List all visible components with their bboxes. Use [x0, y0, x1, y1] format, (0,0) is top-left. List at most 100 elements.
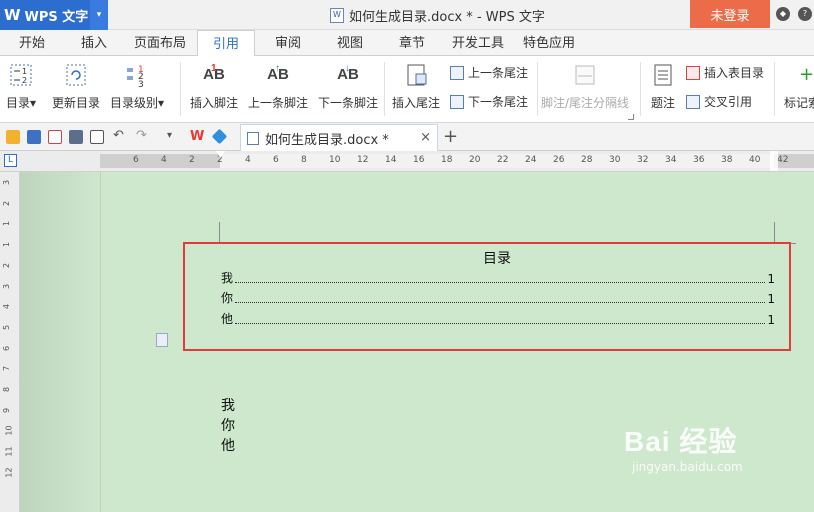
body-text-line[interactable]: 你 [221, 415, 235, 435]
document-tab-label: 如何生成目录.docx * [265, 132, 389, 148]
ruler-tick-label: 32 [637, 155, 649, 165]
right-indent-marker-icon[interactable] [770, 151, 778, 171]
ruler-tick-label: 12 [357, 155, 369, 165]
table-of-figures-icon [686, 65, 700, 80]
insert-footnote-button[interactable]: AB 1 插入脚注 [190, 58, 238, 111]
toc-dropdown-icon: ▾ [30, 96, 37, 110]
open-folder-icon[interactable] [6, 130, 20, 144]
crop-mark [198, 222, 220, 244]
toc-level-button[interactable]: 123 目录级别▾ [110, 58, 164, 111]
tab-insert[interactable]: 插入 [74, 30, 114, 56]
ruler-tick-label: 8 [301, 155, 307, 165]
print-icon[interactable] [69, 130, 83, 144]
horizontal-ruler[interactable]: L 6 4 2 2 4 6 8 10 12 14 16 18 20 22 24 26 28 30 32 34 36 38 4… [0, 151, 814, 172]
wps-home-icon[interactable]: W [190, 130, 204, 144]
note-separator-icon [572, 62, 598, 88]
new-tab-icon[interactable]: + [443, 126, 458, 147]
next-endnote-button[interactable]: 下一条尾注 [450, 93, 528, 110]
cross-reference-button[interactable]: 交叉引用 [686, 93, 752, 110]
svg-text:+: + [799, 64, 814, 85]
ribbon-separator [180, 62, 181, 116]
customize-toolbar-icon[interactable]: ▾ [167, 130, 181, 144]
body-text-line[interactable]: 他 [221, 435, 235, 455]
ruler-tick-label: 16 [413, 155, 425, 165]
document-icon: W [330, 8, 344, 23]
tab-stop-selector-icon[interactable]: L [4, 154, 17, 167]
ruler-tick-label: 6 [133, 155, 139, 165]
export-pdf-icon[interactable] [48, 130, 62, 144]
ruler-tick-label: 10 [4, 425, 14, 436]
toc-entry[interactable]: 你1 [221, 291, 775, 306]
wps-window: W WPS 文字 ▾ W 如何生成目录.docx * - WPS 文字 未登录 … [0, 0, 814, 512]
svg-text:3: 3 [138, 80, 144, 88]
cloud-cube-icon[interactable] [211, 128, 228, 145]
wps-logo-icon: W [4, 6, 21, 24]
ruler-tick-label: 22 [497, 155, 509, 165]
toc-level-label: 目录级别 [110, 96, 159, 110]
tab-special-features[interactable]: 特色应用 [518, 30, 580, 56]
undo-icon[interactable]: ↶ [113, 129, 127, 144]
insert-footnote-icon: AB 1 [203, 63, 225, 83]
vertical-ruler[interactable]: 3 2 1 1 2 3 4 5 6 7 8 9 10 11 12 [0, 172, 20, 512]
next-footnote-label: 下一条脚注 [318, 96, 379, 110]
tab-home[interactable]: 开始 [12, 30, 52, 56]
toc-level-dropdown-icon: ▾ [158, 96, 165, 110]
help-icon[interactable]: ? [798, 7, 812, 21]
caption-button[interactable]: 题注 [650, 58, 676, 111]
body-text-line[interactable]: 我 [221, 395, 235, 415]
prev-endnote-label: 上一条尾注 [468, 66, 529, 80]
document-tab[interactable]: 如何生成目录.docx * × [240, 124, 438, 151]
caption-label: 题注 [650, 96, 675, 110]
ruler-tick-label: 2 [2, 200, 12, 206]
toc-button[interactable]: 12 目录▾ [6, 58, 36, 111]
next-footnote-button[interactable]: AB ↓ 下一条脚注 [318, 58, 378, 111]
ribbon-separator [640, 62, 641, 116]
mark-index-label: 标记索 [784, 96, 814, 110]
ruler-tick-label: 14 [385, 155, 397, 165]
redo-icon[interactable]: ↷ [136, 129, 150, 144]
mark-index-button[interactable]: + 标记索 [784, 58, 814, 111]
ruler-tick-label: 2 [2, 262, 12, 268]
indent-marker-icon[interactable] [216, 151, 225, 171]
toc-title: 目录 [483, 251, 511, 267]
update-toc-label: 更新目录 [52, 96, 101, 110]
skin-icon[interactable]: ◆ [776, 7, 790, 21]
document-tab-icon [247, 131, 259, 145]
update-toc-button[interactable]: 更新目录 [52, 58, 100, 111]
tab-view[interactable]: 视图 [330, 30, 370, 56]
ruler-tick-label: 3 [2, 283, 12, 289]
svg-text:1: 1 [22, 67, 27, 76]
ruler-tick-label: 1 [2, 242, 12, 248]
ruler-tick-label: 38 [721, 155, 733, 165]
tab-references[interactable]: 引用 [197, 30, 255, 57]
tab-developer[interactable]: 开发工具 [448, 30, 508, 56]
print-preview-icon[interactable] [90, 130, 104, 144]
baidu-jingyan-watermark: Bai 经验 jingyan.baidu.com [624, 426, 743, 474]
prev-endnote-button[interactable]: 上一条尾注 [450, 64, 528, 81]
tab-chapter[interactable]: 章节 [392, 30, 432, 56]
ruler-tick-label: 6 [273, 155, 279, 165]
insert-endnote-button[interactable]: 插入尾注 [392, 58, 440, 111]
note-separator-button[interactable]: 脚注/尾注分隔线 [541, 58, 629, 111]
app-menu-dropdown-icon[interactable]: ▾ [90, 0, 108, 30]
insert-table-of-figures-button[interactable]: 插入表目录 [686, 64, 764, 81]
ruler-tick-label: 7 [2, 366, 12, 372]
ruler-tick-label: 42 [777, 155, 789, 165]
close-tab-icon[interactable]: × [420, 130, 431, 145]
toc-entry[interactable]: 他1 [221, 312, 775, 327]
app-menu-button[interactable]: W WPS 文字 ▾ [0, 0, 108, 30]
ruler-tick-label: 4 [245, 155, 251, 165]
tab-page-layout[interactable]: 页面布局 [130, 30, 190, 56]
ruler-tick-label: 34 [665, 155, 677, 165]
dialog-launcher-icon[interactable] [628, 114, 634, 120]
paragraph-options-icon[interactable] [156, 333, 168, 347]
login-button[interactable]: 未登录 [690, 0, 770, 28]
prev-footnote-button[interactable]: AB ↑ 上一条脚注 [248, 58, 308, 111]
toc-entry[interactable]: 我1 [221, 271, 775, 286]
references-ribbon: 12 目录▾ 更新目录 123 目录级别▾ AB 1 插入脚注 AB ↑ 上一条脚注… [0, 56, 814, 123]
ruler-tick-label: 10 [329, 155, 341, 165]
ruler-tick-label: 24 [525, 155, 537, 165]
save-icon[interactable] [27, 130, 41, 144]
ruler-tick-label: 3 [2, 179, 12, 186]
tab-review[interactable]: 审阅 [268, 30, 308, 56]
